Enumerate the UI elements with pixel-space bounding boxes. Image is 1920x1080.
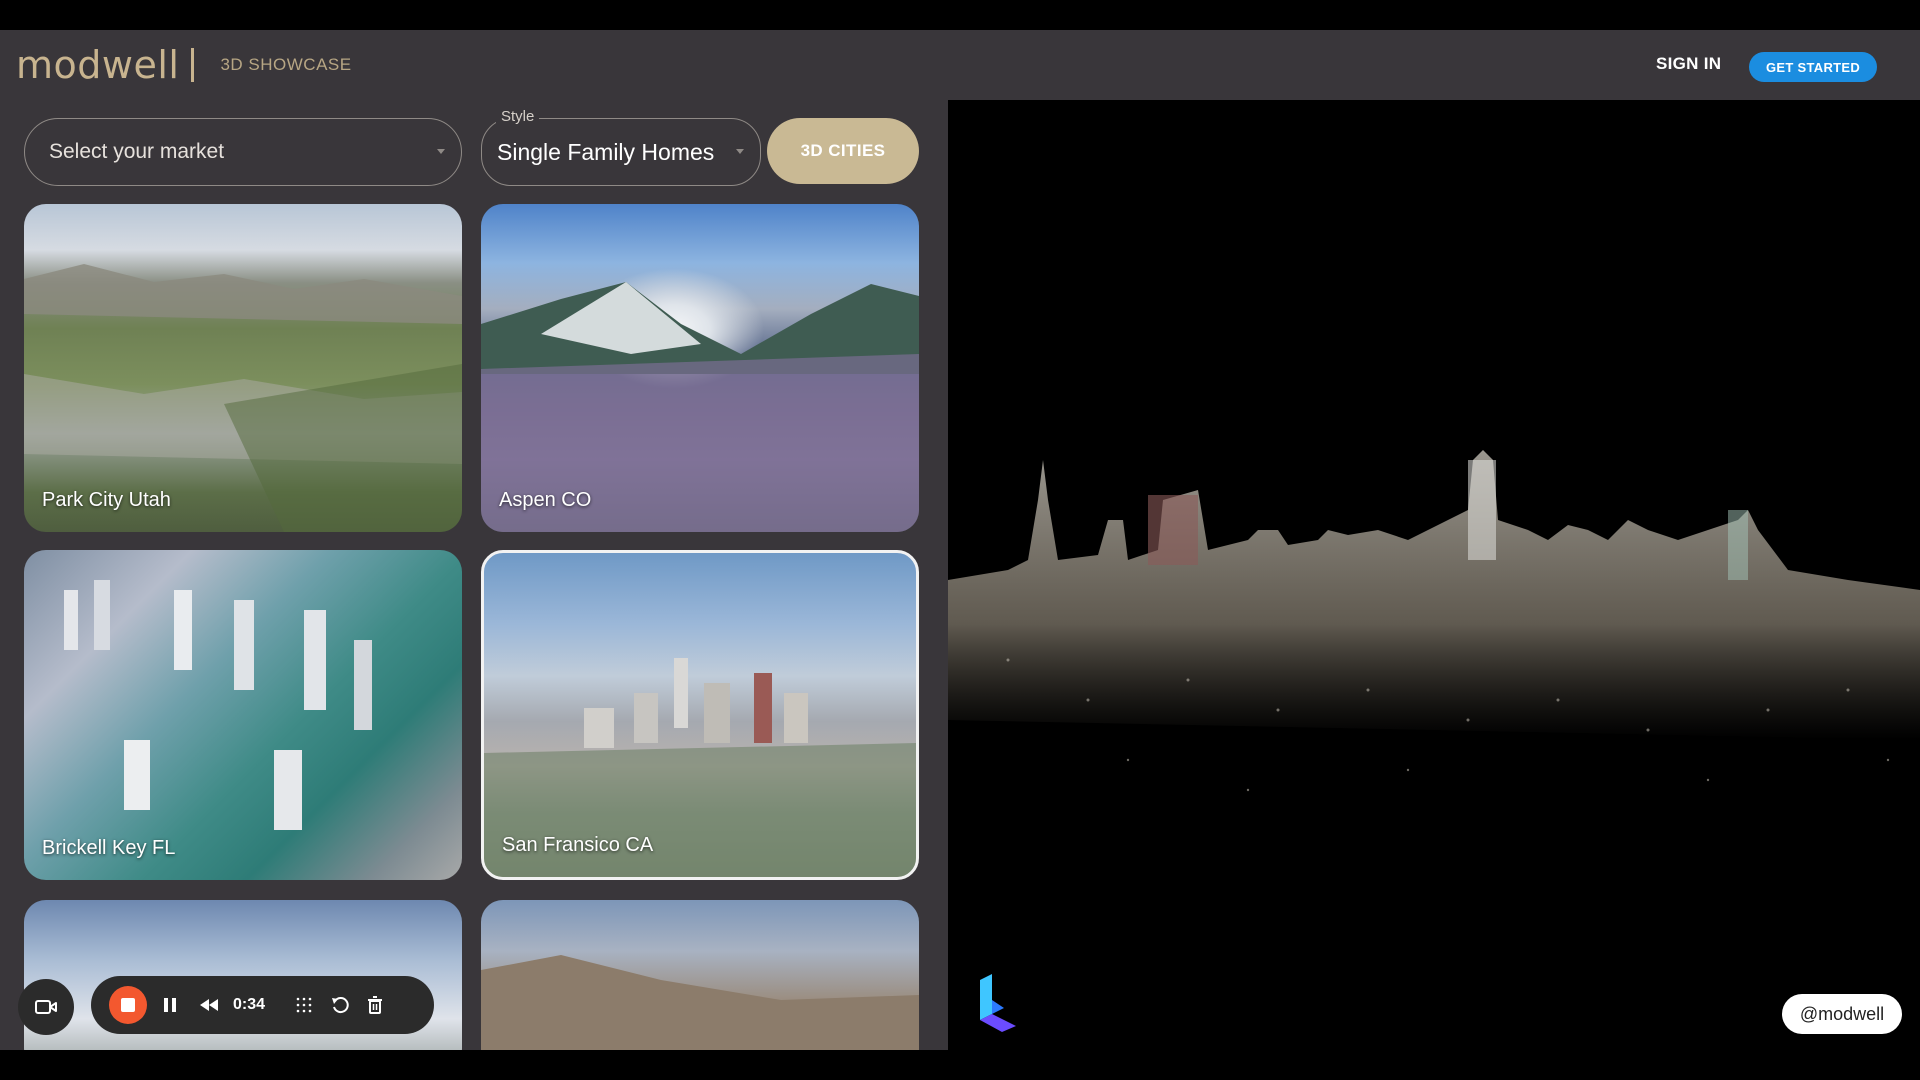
- logo-divider: [191, 48, 195, 82]
- grid-dots-icon: [296, 997, 312, 1013]
- market-select-placeholder: Select your market: [49, 140, 225, 163]
- chevron-down-icon: [736, 149, 744, 154]
- bottom-black-bar: [0, 1050, 1920, 1080]
- restart-button[interactable]: [331, 996, 349, 1014]
- delete-button[interactable]: [367, 996, 383, 1014]
- point-cloud-skyline: [948, 450, 1920, 792]
- rewind-button[interactable]: [199, 998, 219, 1012]
- style-select[interactable]: Style Single Family Homes: [481, 108, 761, 186]
- san-francisco-image: [484, 658, 916, 877]
- style-select-label: Style: [496, 108, 540, 125]
- chevron-down-icon: [437, 149, 445, 154]
- header-subtitle: 3D SHOWCASE: [220, 55, 352, 74]
- city-card-label: Park City Utah: [42, 489, 171, 511]
- camera-toggle-button[interactable]: [18, 979, 74, 1035]
- pause-button[interactable]: [163, 997, 177, 1013]
- showcase-panel: Select your market Style Single Family H…: [0, 100, 948, 1050]
- trash-icon: [368, 996, 383, 1014]
- aspen-image: [481, 282, 919, 532]
- stop-recording-button[interactable]: [109, 986, 147, 1024]
- recording-controls: 0:34: [91, 976, 434, 1034]
- brickell-key-image: [64, 580, 372, 830]
- city-card-label: San Fransico CA: [502, 834, 654, 856]
- stop-icon: [121, 998, 135, 1012]
- pause-icon: [164, 998, 176, 1012]
- park-city-image: [24, 264, 462, 532]
- style-select-value: Single Family Homes: [497, 138, 715, 165]
- city-card-aspen[interactable]: Aspen CO: [481, 204, 919, 532]
- city-card-brickell-key[interactable]: Brickell Key FL: [24, 550, 462, 880]
- city-card-label: Aspen CO: [499, 489, 592, 511]
- city-card[interactable]: [481, 900, 919, 1050]
- rewind-icon: [200, 999, 218, 1011]
- top-black-bar: [0, 0, 1920, 30]
- 3d-cities-button[interactable]: 3D CITIES: [767, 118, 919, 184]
- get-started-button[interactable]: GET STARTED: [1749, 52, 1877, 82]
- city-card-park-city[interactable]: Park City Utah: [24, 204, 462, 532]
- 3d-viewport[interactable]: [948, 100, 1920, 1050]
- city-card-label: Brickell Key FL: [42, 837, 176, 859]
- mountain-image: [481, 955, 919, 1050]
- sign-in-link[interactable]: SIGN IN: [1656, 54, 1721, 74]
- brand-logo-icon: [980, 974, 1016, 1032]
- app-header: modwell 3D SHOWCASE SIGN IN GET STARTED: [0, 30, 1920, 100]
- brand-logo[interactable]: modwell: [16, 43, 179, 87]
- grid-button[interactable]: [295, 996, 313, 1014]
- video-camera-icon: [35, 1000, 57, 1014]
- recording-timer: 0:34: [233, 996, 266, 1013]
- restart-icon: [332, 997, 349, 1014]
- watermark-handle: @modwell: [1782, 994, 1902, 1034]
- market-select[interactable]: Select your market: [24, 118, 462, 186]
- city-card-san-francisco[interactable]: San Fransico CA: [481, 550, 919, 880]
